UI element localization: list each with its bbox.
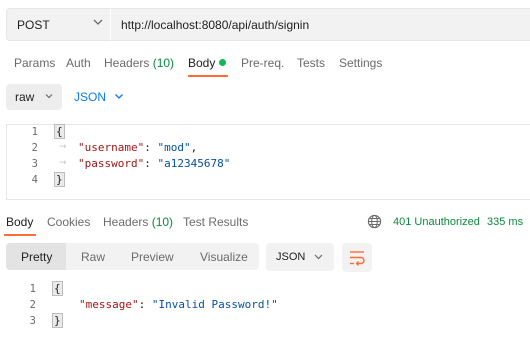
tab-tests[interactable]: Tests [297,56,325,70]
tab-body-label: Body [188,56,216,70]
body-status-dot [219,59,227,66]
wrap-lines-icon [350,251,365,266]
wrap-lines-button[interactable] [342,243,372,272]
view-raw[interactable]: Raw [81,250,105,264]
method-label: POST [17,18,50,32]
response-tab-headers[interactable]: Headers (10) [103,215,173,229]
line-number: 2 [31,142,38,154]
view-pretty[interactable]: Pretty [21,250,52,264]
active-tab-indicator [188,75,228,77]
status-code[interactable]: 401 Unauthorized [393,216,480,228]
view-visualize[interactable]: Visualize [200,250,248,264]
tab-headers[interactable]: Headers (10) [104,56,174,70]
line-number: 3 [31,158,38,170]
indent-arrow-icon: → [59,142,67,152]
json-comma: , [190,141,198,154]
response-tab-headers-count: (10) [151,215,174,229]
body-mode-label: raw [15,90,35,104]
line-number: 1 [29,283,36,295]
code-line: "message": "Invalid Password!" [79,298,278,311]
json-key: "username" [78,141,145,154]
response-tab-headers-label: Headers [103,215,149,229]
response-time[interactable]: 335 ms [487,216,523,228]
response-tab-test-results[interactable]: Test Results [183,215,248,229]
response-active-tab-indicator [4,234,36,236]
json-separator: : [138,298,152,311]
url-text: http://localhost:8080/api/auth/signin [121,18,310,32]
tab-pre-request[interactable]: Pre-req. [241,56,284,70]
line-number: 4 [31,174,38,186]
code-brace-open: { [52,281,63,296]
response-format-label: JSON [276,251,306,263]
view-preview[interactable]: Preview [131,250,174,264]
tab-body[interactable]: Body [188,56,227,70]
chevron-down-icon [45,94,53,99]
method-select[interactable]: POST [6,8,110,41]
chevron-down-icon [93,19,103,25]
url-input[interactable]: http://localhost:8080/api/auth/signin [110,8,530,41]
body-format-select[interactable]: JSON [74,90,106,104]
tab-settings[interactable]: Settings [339,56,382,70]
response-format-select[interactable]: JSON [266,243,334,271]
line-number: 1 [31,126,38,138]
line-number: 3 [29,315,36,327]
response-tab-cookies[interactable]: Cookies [47,215,90,229]
json-key: "message" [79,298,139,311]
globe-icon[interactable] [367,214,382,229]
code-line: "password": "a12345678" [78,157,230,170]
code-brace-close: } [54,172,65,187]
code-brace-open: { [54,124,65,139]
chevron-down-icon[interactable] [112,89,126,103]
tab-params[interactable]: Params [14,56,55,70]
json-separator: : [144,141,158,154]
json-value: "a12345678" [157,157,231,170]
json-value: "Invalid Password!" [151,298,278,311]
indent-arrow-icon: → [59,158,67,168]
response-tab-body[interactable]: Body [6,215,33,229]
tab-headers-count: (10) [152,56,175,70]
code-line: "username": "mod", [78,141,197,154]
chevron-down-icon [314,254,323,260]
tab-auth[interactable]: Auth [66,56,91,70]
json-value: "mod" [157,141,191,154]
json-separator: : [144,157,158,170]
body-mode-select[interactable]: raw [6,84,62,110]
json-key: "password" [78,157,145,170]
line-number: 2 [29,299,36,311]
tab-headers-label: Headers [104,56,150,70]
code-brace-close: } [52,313,63,328]
